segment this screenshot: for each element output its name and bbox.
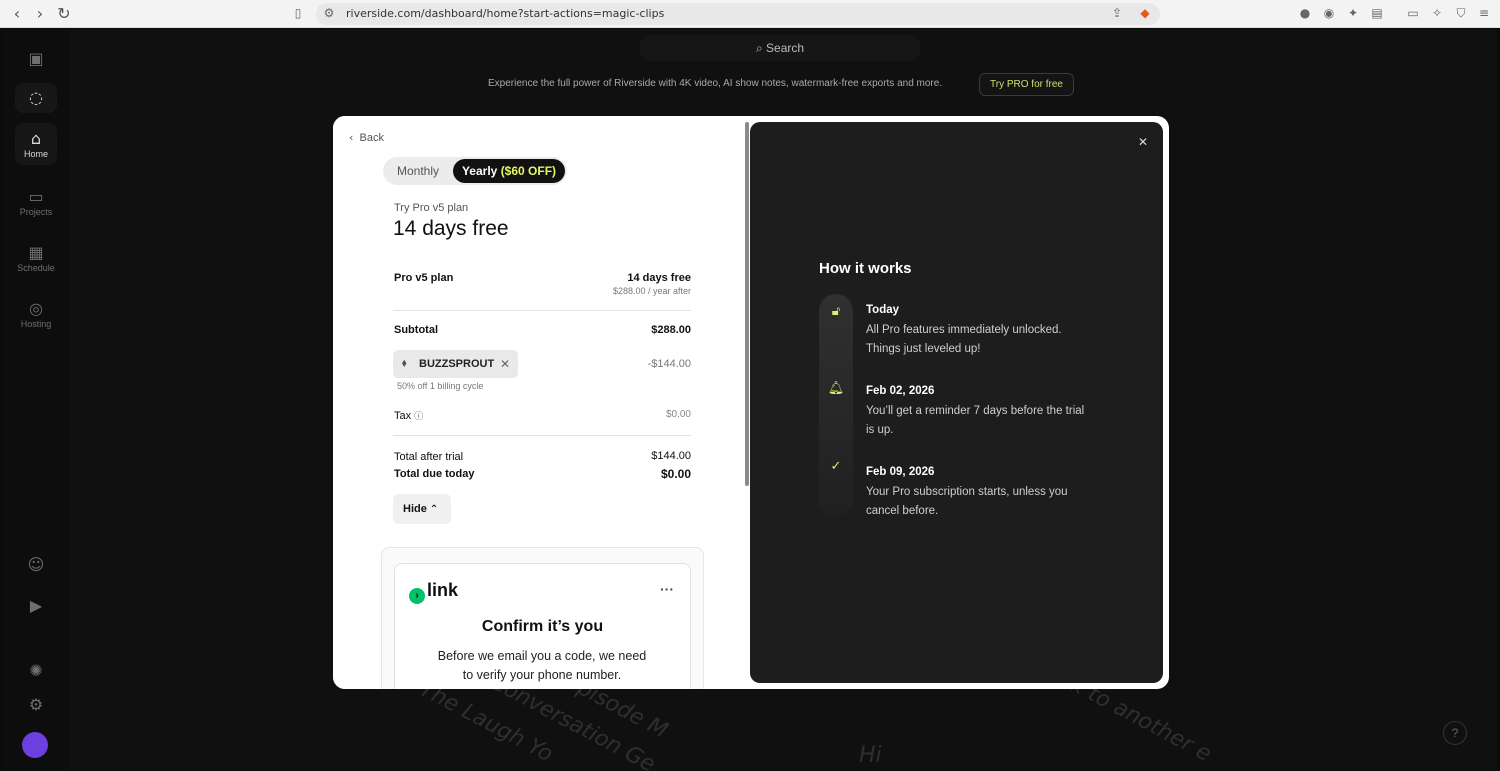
divider [393,435,691,436]
share-icon[interactable]: ⇪ [1110,6,1124,20]
hide-button[interactable]: Hide ⌃ [393,494,451,524]
plan-trial: 14 days free [627,272,691,284]
forward-arrow-icon[interactable]: › [30,4,50,24]
upgrade-modal: ‹ Back Monthly Yearly ($60 OFF) Try Pro … [333,116,1169,689]
tag-icon: ⬧ [402,358,407,369]
confirm-body: Before we email you a code, we need to v… [437,649,647,682]
total-today-label: Total due today [394,468,475,480]
puzzle-icon[interactable]: ✦ [1346,6,1360,20]
camera-icon[interactable]: ▶ [15,596,57,616]
extension-icon[interactable]: ◉ [1322,6,1336,20]
scrollbar[interactable] [745,122,749,486]
sidebar-toggle-icon[interactable]: ▣ [15,49,57,69]
ai-sparkle-icon[interactable]: ✧ [1430,6,1444,20]
url-text[interactable]: riverside.com/dashboard/home?start-actio… [346,7,664,20]
promo-text: Experience the full power of Riverside w… [488,78,943,89]
loading-spinner-icon: ◌ [15,83,57,113]
reload-icon[interactable]: ↻ [54,4,74,24]
reader-icon[interactable]: ▤ [1370,6,1384,20]
monthly-option[interactable]: Monthly [397,157,439,185]
plan-name: Pro v5 plan [394,272,454,284]
yearly-option[interactable]: Yearly ($60 OFF) [453,159,565,183]
subtotal-label: Subtotal [394,324,438,336]
search-input[interactable]: ⌕ Search [639,35,921,61]
menu-icon[interactable]: ≡ [1477,6,1491,20]
coupon-note: 50% off 1 billing cycle [397,381,484,391]
browser-toolbar: ‹ › ↻ ▯ ⚙ riverside.com/dashboard/home?s… [0,0,1500,28]
background-clip-text: Hi [859,743,882,768]
sidebar-item-home[interactable]: ⌂ Home [15,123,57,165]
link-logo: › link [409,580,458,604]
sidebar-item-label: Home [23,149,48,159]
celebration-icon[interactable]: ✺ [15,661,57,681]
wallet-icon[interactable]: ▭ [1406,6,1420,20]
coupon-discount: -$144.00 [647,358,691,370]
confirm-title: Confirm it’s you [481,618,604,635]
coupon-chip: ⬧ BUZZSPROUT ✕ [393,350,518,378]
sidebar-item-hosting[interactable]: ◎ Hosting [15,299,57,329]
timeline-rail [819,294,853,516]
billing-toggle: Monthly Yearly ($60 OFF) [383,157,567,185]
total-after-label: Total after trial [394,451,464,463]
invite-user-icon[interactable]: ☺ [15,555,57,575]
remove-coupon-icon[interactable]: ✕ [500,350,510,378]
tax-label: Tax ⓘ [394,409,423,422]
try-pro-button[interactable]: Try PRO for free [979,73,1074,96]
unlock-icon: 🔓︎ [831,304,841,319]
sidebar-item-label: Projects [19,207,53,217]
chevron-up-icon: ⌃ [429,504,439,515]
more-options-icon[interactable]: ··· [660,581,674,597]
help-button[interactable]: ? [1443,721,1467,745]
hide-label: Hide [403,503,427,515]
yearly-discount: ($60 OFF) [500,164,557,178]
tax-value: $0.00 [665,409,691,420]
total-after-value: $144.00 [651,450,691,462]
close-icon[interactable]: ✕ [1133,132,1153,152]
yearly-label: Yearly [461,164,498,178]
settings-gear-icon[interactable]: ⚙ [15,695,57,715]
avatar[interactable] [22,732,48,758]
sidebar: ▣ ◌ ⌂ Home ▭ Projects ▦ Schedule ◎ Hosti… [3,29,69,771]
sidebar-item-schedule[interactable]: ▦ Schedule [15,243,57,273]
tax-label-text: Tax [394,410,412,422]
plan-after-price: $288.00 / year after [612,286,691,296]
total-today-value: $0.00 [660,467,691,481]
step-body: All Pro features immediately unlocked. T… [866,324,1062,355]
checkout-panel: ‹ Back Monthly Yearly ($60 OFF) Try Pro … [333,116,749,689]
link-arrow-icon: › [409,588,425,604]
divider [393,310,691,311]
site-settings-icon[interactable]: ⚙ [322,6,336,20]
subtotal-value: $288.00 [651,324,691,336]
search-placeholder: Search [766,41,805,55]
sidebar-item-label: Schedule [17,263,55,273]
extension-icon[interactable]: ● [1298,6,1312,20]
chevron-left-icon: ‹ [349,131,354,144]
back-button[interactable]: ‹ Back [349,131,384,144]
vpn-icon[interactable]: ⛉ [1454,6,1468,20]
brave-shield-icon[interactable]: ◆ [1138,6,1152,20]
bookmark-icon[interactable]: ▯ [291,6,305,20]
sidebar-item-label: Hosting [20,319,52,329]
link-logo-text: link [427,580,459,600]
how-it-works-title: How it works [819,260,912,277]
step-body: You’ll get a reminder 7 days before the … [866,405,1085,436]
calendar-icon: ▦ [28,243,44,262]
podcast-icon: ◎ [29,299,43,318]
how-it-works-panel: ✕ How it works 🔓︎ Today All Pro features… [750,122,1163,683]
bell-icon: 🔔︎ [827,381,845,396]
folder-icon: ▭ [28,187,44,206]
home-icon: ⌂ [30,129,42,148]
plan-caption: Try Pro v5 plan [394,202,469,214]
plan-headline: 14 days free [393,217,509,240]
step-body: Your Pro subscription starts, unless you… [866,486,1068,517]
info-icon[interactable]: ⓘ [414,412,423,422]
back-arrow-icon[interactable]: ‹ [7,4,27,24]
back-label: Back [359,132,384,144]
step-title: Today [866,304,900,316]
step-title: Feb 09, 2026 [866,466,935,478]
check-circle-icon: ✓ [830,459,842,474]
coupon-code: BUZZSPROUT [419,358,495,370]
step-title: Feb 02, 2026 [866,385,935,397]
sidebar-item-projects[interactable]: ▭ Projects [15,187,57,217]
